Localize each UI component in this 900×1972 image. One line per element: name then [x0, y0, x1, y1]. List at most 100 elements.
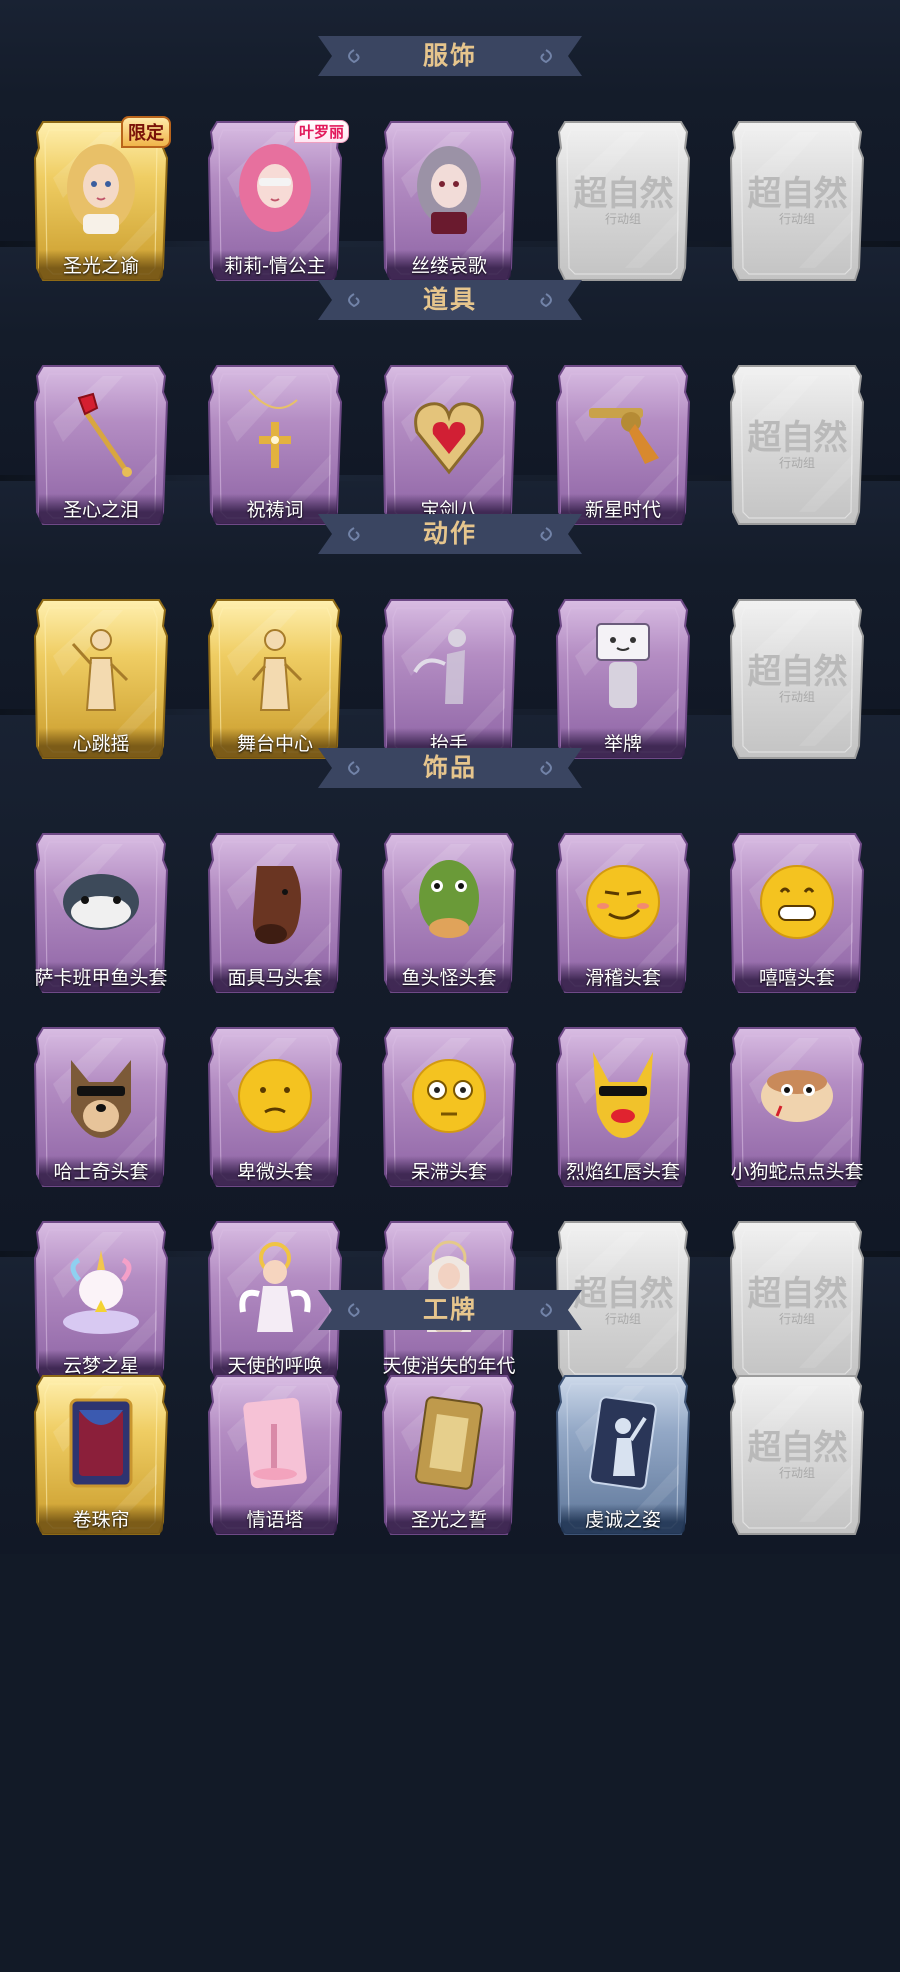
placeholder-logo-text: 超自然 [747, 1428, 848, 1468]
item-label: 莉莉-情公主 [224, 255, 326, 277]
stage-pose-icon [251, 629, 303, 711]
placeholder-logo-subtext: 行动组 [604, 212, 641, 226]
item-card[interactable]: 虔诚之姿 [555, 1372, 691, 1540]
placeholder-logo-text: 超自然 [747, 418, 848, 458]
placeholder-logo-text: 超自然 [747, 1274, 848, 1314]
item-card[interactable]: 嘻嘻头套 [729, 830, 865, 998]
humble-emoji-icon [238, 1059, 312, 1133]
item-label: 圣光之誓 [410, 1509, 487, 1531]
section-title: 动作 [422, 519, 477, 548]
section-banner: 工牌 [318, 1286, 582, 1334]
collab-badge: 叶罗丽 [293, 120, 349, 143]
item-card[interactable]: 祝祷词 [207, 362, 343, 530]
blonde-portrait-icon [67, 144, 135, 234]
item-card[interactable]: 云梦之星 [33, 1218, 169, 1386]
placeholder-logo-subtext: 行动组 [778, 456, 815, 470]
horse-head-icon [252, 866, 301, 944]
item-card[interactable]: 哈士奇头套 [33, 1024, 169, 1192]
item-card[interactable]: 抬手 [381, 596, 517, 764]
item-card[interactable]: 圣光之誓 [381, 1372, 517, 1540]
section-title: 服饰 [422, 41, 477, 70]
heart-mirror-icon [414, 402, 484, 475]
item-label: 鱼头怪头套 [401, 967, 497, 989]
item-card[interactable]: 莉莉-情公主 叶罗丽 [207, 118, 349, 286]
item-card[interactable]: 烈焰红唇头套 [555, 1024, 691, 1192]
empty-slot[interactable]: 超自然 行动组 [729, 596, 865, 764]
item-card[interactable]: 舞台中心 [207, 596, 343, 764]
revolver-icon [589, 408, 659, 464]
placeholder-logo-subtext: 行动组 [778, 690, 815, 704]
item-card[interactable]: 圣心之泪 [33, 362, 169, 530]
item-label: 圣心之泪 [62, 499, 139, 521]
empty-slot[interactable]: 超自然 行动组 [729, 362, 865, 530]
section-banner: 动作 [318, 510, 582, 558]
grin-emoji-icon [760, 865, 834, 939]
section-3: 饰品萨卡班甲鱼头套 面具马头套 鱼头怪头套 滑稽头套 嘻嘻头套哈士奇头套 卑微头套 呆滞头套… [0, 709, 900, 1381]
item-label: 虔诚之姿 [584, 1509, 661, 1531]
item-label: 嘻嘻头套 [758, 967, 835, 989]
curtain-card-icon [69, 1398, 133, 1488]
item-card[interactable]: 小狗蛇点点头套 [729, 1024, 865, 1192]
ruby-scepter-icon [77, 392, 132, 477]
red-lips-head-icon [593, 1052, 653, 1138]
fish-head-icon [63, 874, 139, 930]
item-card[interactable]: 情语塔 [207, 1372, 343, 1540]
item-card[interactable]: 滑稽头套 [555, 830, 691, 998]
item-card[interactable]: 举牌 [555, 596, 691, 764]
fishman-head-icon [419, 860, 479, 938]
placeholder-logo-subtext: 行动组 [778, 1466, 815, 1480]
raise-hand-icon [413, 629, 466, 704]
section-banner: 饰品 [318, 744, 582, 792]
item-card[interactable]: 心跳摇 [33, 596, 169, 764]
empty-slot[interactable]: 超自然 行动组 [555, 118, 691, 286]
item-label: 情语塔 [246, 1509, 304, 1531]
item-card[interactable]: 鱼头怪头套 [381, 830, 517, 998]
section-0: 服饰 圣光之谕 限定 莉莉-情公主 叶罗丽 丝缕哀歌 超自然 行动组 超自然 行动组 [0, 0, 900, 281]
section-banner: 服饰 [318, 32, 582, 80]
dance-pose-icon [71, 629, 129, 711]
placeholder-logo-subtext: 行动组 [778, 1312, 815, 1326]
item-label: 心跳摇 [72, 733, 130, 755]
silhouette-card-icon [589, 1396, 657, 1490]
section-title: 道具 [422, 285, 477, 314]
empty-slot[interactable]: 超自然 行动组 [729, 118, 865, 286]
section-banner: 道具 [318, 276, 582, 324]
item-card[interactable]: 丝缕哀歌 [381, 118, 517, 286]
item-card[interactable]: 宝剑八 [381, 362, 517, 530]
pink-hair-portrait-icon [239, 144, 311, 232]
item-card[interactable]: 卷珠帘 [33, 1372, 169, 1540]
placeholder-logo-text: 超自然 [747, 174, 848, 214]
item-card[interactable]: 卑微头套 [207, 1024, 343, 1192]
stare-emoji-icon [412, 1059, 486, 1133]
angel-figure-icon [239, 1242, 311, 1332]
item-label: 哈士奇头套 [53, 1161, 149, 1183]
placeholder-logo-subtext: 行动组 [778, 212, 815, 226]
item-card[interactable]: 呆滞头套 [381, 1024, 517, 1192]
collection-page: 服饰 圣光之谕 限定 莉莉-情公主 叶罗丽 丝缕哀歌 超自然 行动组 超自然 行动组 道具 圣心之泪祝… [0, 0, 900, 1972]
item-label: 卷珠帘 [72, 1509, 130, 1531]
item-label: 丝缕哀歌 [410, 255, 487, 277]
limited-badge: 限定 [121, 116, 171, 148]
section-title: 工牌 [422, 1295, 477, 1324]
empty-slot[interactable]: 超自然 行动组 [729, 1218, 865, 1386]
item-label: 卑微头套 [236, 1161, 313, 1183]
item-label: 呆滞头套 [410, 1161, 487, 1183]
placeholder-logo-text: 超自然 [573, 174, 674, 214]
item-label: 圣光之谕 [62, 255, 139, 277]
item-label: 烈焰红唇头套 [565, 1161, 680, 1183]
cross-pendant-icon [248, 389, 298, 468]
item-card[interactable]: 萨卡班甲鱼头套 [33, 830, 169, 998]
item-card[interactable]: 新星时代 [555, 362, 691, 530]
unicorn-cloud-icon [63, 1250, 139, 1334]
empty-slot[interactable]: 超自然 行动组 [729, 1372, 865, 1540]
pink-tower-card-icon [243, 1397, 307, 1489]
smirk-emoji-icon [586, 865, 660, 939]
section-title: 饰品 [422, 753, 477, 782]
item-card[interactable]: 圣光之谕 限定 [33, 116, 171, 286]
item-label: 萨卡班甲鱼头套 [34, 967, 168, 989]
hold-sign-icon [596, 623, 650, 708]
item-label: 滑稽头套 [584, 967, 661, 989]
item-card[interactable]: 面具马头套 [207, 830, 343, 998]
snake-head-icon [761, 1070, 833, 1122]
item-label: 面具马头套 [227, 967, 323, 989]
